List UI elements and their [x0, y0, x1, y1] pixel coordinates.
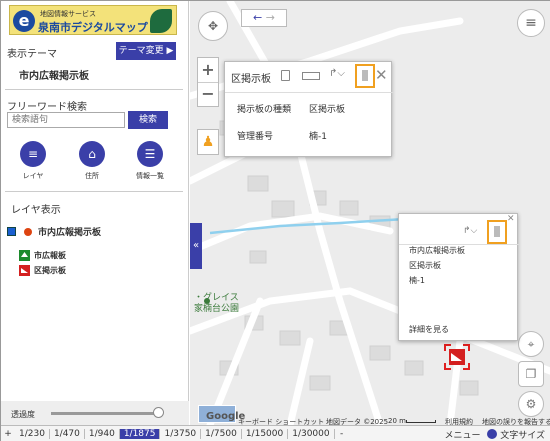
zoom-in-button[interactable]: +: [198, 58, 218, 83]
nav-info-list[interactable]: ☰ 情報一覧: [125, 141, 175, 181]
nav-layers[interactable]: ≡ レイヤ: [8, 141, 58, 181]
opacity-slider-track[interactable]: [51, 412, 159, 415]
map-scale-bar: [406, 420, 436, 423]
layer-toggle-row[interactable]: 市内広報掲示板: [7, 225, 101, 238]
terms-link[interactable]: 利用規約: [445, 417, 473, 425]
history-nav[interactable]: ← →: [241, 9, 287, 27]
copy-icon[interactable]: ❐: [518, 361, 544, 387]
theme-label: 表示テーマ: [7, 49, 57, 60]
zoom-out-button[interactable]: −: [198, 83, 218, 107]
divider: [225, 92, 393, 93]
district-board-marker[interactable]: [443, 343, 471, 371]
map-scale-label: 20 m: [388, 417, 406, 425]
house-icon: ⌂: [79, 141, 105, 167]
back-arrow-icon[interactable]: ←: [253, 11, 262, 24]
footer-right: メニュー 文字サイズ: [445, 428, 545, 441]
menu-link[interactable]: メニュー: [445, 431, 481, 441]
layer-display-title: レイヤ表示: [11, 205, 61, 216]
logo-title: 泉南市デジタルマップ: [38, 21, 148, 34]
opacity-label: 透過度: [11, 410, 35, 419]
scale-option[interactable]: 1/470: [50, 429, 85, 439]
forward-arrow-icon[interactable]: →: [266, 11, 275, 24]
public-board-icon: [19, 250, 30, 261]
current-location-icon[interactable]: ⌖: [518, 331, 544, 357]
marker-popup: ✕ ↱⌵ 市内広報掲示板 区掲示板 楠-1 詳細を見る: [398, 213, 519, 341]
compass-icon[interactable]: ✥: [198, 11, 228, 41]
legend-item: 区掲示板: [19, 265, 66, 276]
logo-mark-icon: e: [13, 10, 35, 32]
close-icon[interactable]: ✕: [375, 66, 388, 84]
scale-selector: + 1/230 1/470 1/940 1/1875 1/3750 1/7500…: [1, 425, 550, 441]
text-size-link[interactable]: 文字サイズ: [500, 431, 545, 441]
legend-label: 市広報板: [34, 251, 66, 260]
zoom-control: + −: [197, 57, 219, 107]
scale-option[interactable]: 1/15000: [242, 429, 289, 439]
divider: [5, 191, 183, 192]
divider: [5, 89, 183, 90]
logo-subtitle: 地図情報サービス: [40, 10, 96, 18]
street-view-pegman-icon[interactable]: ♟: [197, 129, 219, 155]
delete-icon[interactable]: [494, 226, 500, 237]
scale-option[interactable]: 1/230: [15, 429, 50, 439]
layers-icon: ≡: [20, 141, 46, 167]
logo-leaf-icon: [150, 9, 172, 33]
scale-option-active[interactable]: 1/1875: [119, 429, 161, 439]
legend-label: 区掲示板: [34, 266, 66, 275]
report-error-link[interactable]: 地図の誤りを報告する: [482, 417, 550, 425]
site-logo[interactable]: e 地図情報サービス 泉南市デジタルマップ: [9, 5, 177, 35]
nav-label: 住所: [85, 172, 99, 180]
popup-line: 市内広報掲示板: [409, 246, 465, 255]
route-icon[interactable]: ↱⌵: [329, 68, 345, 79]
park-label: ・グレイス 家楠台公園: [194, 293, 240, 314]
search-button[interactable]: 検索: [128, 111, 168, 129]
district-board-icon: [19, 265, 30, 276]
collapse-sidebar-button[interactable]: «: [190, 223, 202, 269]
details-link[interactable]: 詳細を見る: [409, 324, 449, 335]
document-icon[interactable]: [281, 70, 290, 81]
nav-address[interactable]: ⌂ 住所: [67, 141, 117, 181]
change-theme-button[interactable]: テーマ変更 ▶: [116, 42, 176, 60]
feature-popup: 区掲示板 ↱⌵ ✕ 掲示板の種類 区掲示板 管理番号 楠-1: [224, 61, 393, 157]
layer-checkbox[interactable]: [7, 227, 16, 236]
attr-value: 区掲示板: [309, 105, 346, 115]
layer-dot-icon: [24, 227, 32, 236]
map-data-credit: 地図データ ©2025: [326, 418, 389, 425]
nav-label: レイヤ: [22, 172, 44, 180]
scale-option[interactable]: 1/940: [85, 429, 120, 439]
freeword-label: フリーワード検索: [7, 102, 87, 113]
table-icon[interactable]: [302, 72, 320, 80]
keyboard-shortcuts-link[interactable]: キーボード ショートカット: [238, 417, 324, 425]
attr-key: 管理番号: [237, 132, 274, 142]
sidebar: e 地図情報サービス 泉南市デジタルマップ 表示テーマ テーマ変更 ▶ 市内広報…: [1, 1, 189, 425]
text-size-icon: [487, 429, 498, 439]
list-icon: ☰: [137, 141, 163, 167]
delete-icon[interactable]: [362, 70, 368, 81]
legend-item: 市広報板: [19, 250, 66, 261]
search-input[interactable]: [7, 112, 125, 128]
attr-key: 掲示板の種類: [237, 105, 292, 115]
hamburger-menu-icon[interactable]: ≡: [517, 9, 545, 37]
current-theme: 市内広報掲示板: [19, 71, 89, 82]
scale-option[interactable]: 1/30000: [288, 429, 335, 439]
scale-minus-button[interactable]: -: [335, 429, 349, 439]
scale-option[interactable]: 1/3750: [160, 429, 202, 439]
popup-line: 楠-1: [409, 276, 425, 285]
scale-plus-button[interactable]: +: [1, 429, 15, 439]
popup-title: 区掲示板: [231, 74, 271, 85]
nav-label: 情報一覧: [136, 172, 164, 180]
settings-gear-icon[interactable]: ⚙: [518, 391, 544, 417]
opacity-slider-handle[interactable]: [153, 407, 164, 418]
popup-line: 区掲示板: [409, 261, 441, 270]
opacity-control: 透過度: [1, 401, 189, 425]
layer-name: 市内広報掲示板: [38, 228, 102, 238]
scale-option[interactable]: 1/7500: [201, 429, 242, 439]
close-icon[interactable]: ✕: [507, 214, 515, 224]
attr-value: 楠-1: [309, 132, 327, 142]
route-icon[interactable]: ↱⌵: [463, 226, 477, 236]
